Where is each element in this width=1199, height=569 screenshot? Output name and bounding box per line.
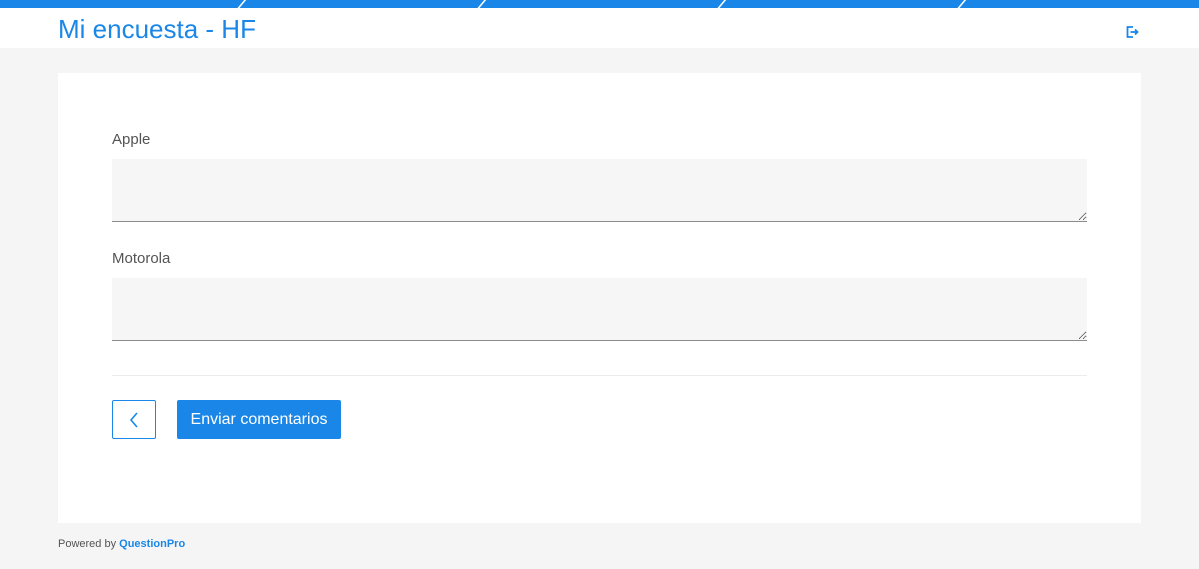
question-label: Motorola bbox=[112, 250, 171, 267]
divider bbox=[112, 375, 1087, 376]
logout-icon bbox=[1126, 26, 1139, 38]
question-apple: Apple bbox=[112, 131, 1087, 222]
chevron-left-icon bbox=[129, 411, 138, 428]
survey-card: Apple Motorola Enviar comentarios bbox=[58, 73, 1141, 523]
survey-header: Mi encuesta - HF bbox=[0, 8, 1199, 48]
question-label: Apple bbox=[112, 131, 151, 148]
top-accent-stripe bbox=[0, 0, 1199, 8]
exit-survey-button[interactable] bbox=[1122, 22, 1142, 42]
question-motorola: Motorola bbox=[112, 250, 1087, 341]
answer-input-apple[interactable] bbox=[112, 159, 1087, 222]
submit-feedback-button[interactable]: Enviar comentarios bbox=[177, 400, 341, 439]
footer: Powered by QuestionPro bbox=[58, 537, 185, 551]
survey-title: Mi encuesta - HF bbox=[58, 14, 256, 44]
answer-input-motorola[interactable] bbox=[112, 278, 1087, 341]
back-button[interactable] bbox=[112, 400, 156, 439]
questionpro-link[interactable]: QuestionPro bbox=[119, 538, 185, 550]
powered-by-text: Powered by bbox=[58, 538, 117, 550]
